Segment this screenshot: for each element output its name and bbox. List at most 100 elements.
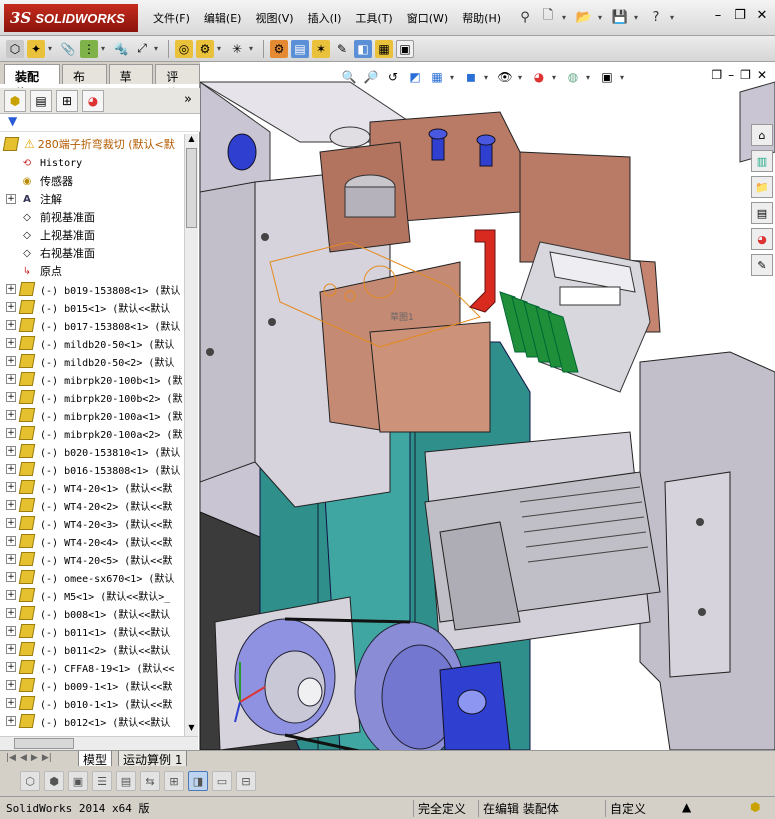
viewport-close-icon[interactable]: ✕ (757, 68, 767, 82)
toolbar-icon-8[interactable]: ◨ (188, 771, 208, 791)
sketch-label[interactable]: 草图1 (390, 311, 414, 323)
tree-item-part[interactable]: + (-) omee-sx670<1> (默认 (0, 568, 184, 586)
tree-item-part[interactable]: + (-) mibrpk20-100b<2> (默 (0, 388, 184, 406)
tree-item-annotations[interactable]: + A 注解 (0, 190, 184, 208)
solidworks-resources-icon[interactable]: ⌂ (751, 124, 773, 146)
up-arrow-icon[interactable]: ▲ (682, 800, 691, 814)
design-library-icon[interactable]: ▥ (751, 150, 773, 172)
show-hidden-components-icon[interactable]: ◎ (175, 39, 193, 58)
expand-icon[interactable]: + (6, 500, 16, 510)
toolbar-icon-10[interactable]: ⊟ (236, 771, 256, 791)
scroll-up-icon[interactable]: ▲ (185, 134, 198, 147)
tree-item-part[interactable]: + (-) b015<1> (默认<<默认 (0, 298, 184, 316)
tree-item-part[interactable]: + (-) b020-153810<1> (默认 (0, 442, 184, 460)
configuration-manager-tab-icon[interactable]: ⊞ (56, 89, 78, 112)
chevron-down-icon[interactable]: ▾ (552, 73, 560, 82)
section-view-icon[interactable]: ◩ (406, 68, 424, 86)
tree-item-origin[interactable]: ↳ 原点 (0, 262, 184, 280)
tree-vertical-scrollbar[interactable]: ▲ ▼ (184, 134, 198, 736)
move-component-icon[interactable]: ⤢ (133, 40, 151, 58)
expand-icon[interactable]: + (6, 194, 16, 204)
expand-icon[interactable]: + (6, 536, 16, 546)
clearance-verification-icon[interactable]: ▦ (375, 39, 393, 58)
chevron-down-icon[interactable]: ▾ (249, 44, 257, 53)
expand-icon[interactable]: + (6, 518, 16, 528)
tree-item-part[interactable]: + (-) b008<1> (默认<<默认 (0, 604, 184, 622)
tree-item-part[interactable]: + (-) mildb20-50<2> (默认 (0, 352, 184, 370)
chevron-down-icon[interactable]: ▾ (101, 44, 109, 53)
tree-item-part[interactable]: + (-) b011<1> (默认<<默认 (0, 622, 184, 640)
expand-icon[interactable]: + (6, 482, 16, 492)
exploded-view-icon[interactable]: ✶ (312, 39, 330, 58)
expand-icon[interactable]: + (6, 680, 16, 690)
previous-view-icon[interactable]: ↺ (384, 68, 402, 86)
tree-item-part[interactable]: + (-) mildb20-50<1> (默认 (0, 334, 184, 352)
menu-view[interactable]: 视图(V) (248, 10, 300, 26)
chevron-down-icon[interactable]: ▾ (586, 73, 594, 82)
tab-evaluate[interactable]: 评估 (155, 64, 201, 101)
tree-item-part[interactable]: + (-) WT4-20<1> (默认<<默 (0, 478, 184, 496)
menu-file[interactable]: 文件(F) (146, 10, 197, 26)
expand-icon[interactable]: + (6, 338, 16, 348)
mate-icon[interactable]: 📎 (59, 40, 77, 58)
tree-item-part[interactable]: + (-) WT4-20<2> (默认<<默 (0, 496, 184, 514)
tree-item-part[interactable]: + (-) CFFA8-19<1> (默认<< (0, 658, 184, 676)
expand-icon[interactable]: + (6, 428, 16, 438)
filter-icon[interactable]: ▼ (8, 114, 17, 128)
tree-item-front-plane[interactable]: ◇ 前视基准面 (0, 208, 184, 226)
expand-panel-icon[interactable]: » (184, 92, 192, 107)
viewport-minimize-icon[interactable]: – (728, 68, 734, 82)
open-folder-icon[interactable]: 📂 (575, 8, 593, 26)
tree-item-part[interactable]: + (-) M5<1> (默认<<默认>_ (0, 586, 184, 604)
toolbar-icon-4[interactable]: ☰ (92, 771, 112, 791)
chevron-down-icon[interactable]: ▾ (518, 73, 526, 82)
help-icon[interactable]: ? (647, 8, 665, 26)
menu-insert[interactable]: 插入(I) (301, 10, 349, 26)
tree-item-right-plane[interactable]: ◇ 右视基准面 (0, 244, 184, 262)
feature-manager-tab-icon[interactable]: ⬢ (4, 89, 26, 112)
chevron-down-icon[interactable]: ▾ (217, 44, 225, 53)
expand-icon[interactable]: + (6, 698, 16, 708)
expand-icon[interactable]: + (6, 644, 16, 654)
minimize-icon[interactable]: – (709, 6, 727, 24)
tab-layout[interactable]: 布局 (62, 64, 107, 101)
reference-geometry-icon[interactable]: ✳ (228, 40, 246, 58)
toolbar-icon-2[interactable]: ⬢ (44, 771, 64, 791)
interference-detection-icon[interactable]: ◧ (354, 39, 372, 58)
appearances-icon[interactable]: ◕ (751, 228, 773, 250)
tree-item-part[interactable]: + (-) mibrpk20-100b<1> (默 (0, 370, 184, 388)
file-explorer-icon[interactable]: 📁 (751, 176, 773, 198)
property-manager-tab-icon[interactable]: ▤ (30, 89, 52, 112)
rebuild-icon[interactable]: ⬢ (750, 800, 760, 814)
expand-icon[interactable]: + (6, 554, 16, 564)
tab-motion-study[interactable]: 运动算例 1 (118, 751, 188, 767)
view-palette-icon[interactable]: ▤ (751, 202, 773, 224)
expand-icon[interactable]: + (6, 464, 16, 474)
tree-item-part[interactable]: + (-) b010-1<1> (默认<<默 (0, 694, 184, 712)
pin-icon[interactable]: ⚲ (516, 8, 534, 26)
toolbar-icon-7[interactable]: ⊞ (164, 771, 184, 791)
chevron-down-icon[interactable]: ▾ (484, 73, 492, 82)
tab-model[interactable]: 模型 (78, 751, 113, 767)
tree-item-part[interactable]: + (-) b011<2> (默认<<默认 (0, 640, 184, 658)
first-tab-icon[interactable]: |◀ (6, 753, 16, 763)
custom-properties-icon[interactable]: ✎ (751, 254, 773, 276)
tree-item-top-plane[interactable]: ◇ 上视基准面 (0, 226, 184, 244)
new-motion-study-icon[interactable]: ⚙ (270, 39, 288, 58)
view-settings-icon[interactable]: ▣ (598, 68, 616, 86)
tree-item-part[interactable]: + (-) WT4-20<3> (默认<<默 (0, 514, 184, 532)
prev-tab-icon[interactable]: ◀ (20, 753, 27, 763)
expand-icon[interactable]: + (6, 374, 16, 384)
new-part-icon[interactable]: ✦ (27, 39, 45, 58)
expand-icon[interactable]: + (6, 356, 16, 366)
assembly-model-render[interactable]: 草图1 (200, 62, 775, 750)
expand-icon[interactable]: + (6, 302, 16, 312)
expand-icon[interactable]: + (6, 284, 16, 294)
expand-icon[interactable]: + (6, 446, 16, 456)
toolbar-icon-1[interactable]: ⬡ (20, 771, 40, 791)
toolbar-icon-3[interactable]: ▣ (68, 771, 88, 791)
solidworks-logo[interactable]: 3S SOLIDWORKS (4, 4, 138, 32)
expand-icon[interactable]: + (6, 392, 16, 402)
explode-line-sketch-icon[interactable]: ✎ (333, 40, 351, 58)
tree-item-part[interactable]: + (-) mibrpk20-100a<1> (默 (0, 406, 184, 424)
